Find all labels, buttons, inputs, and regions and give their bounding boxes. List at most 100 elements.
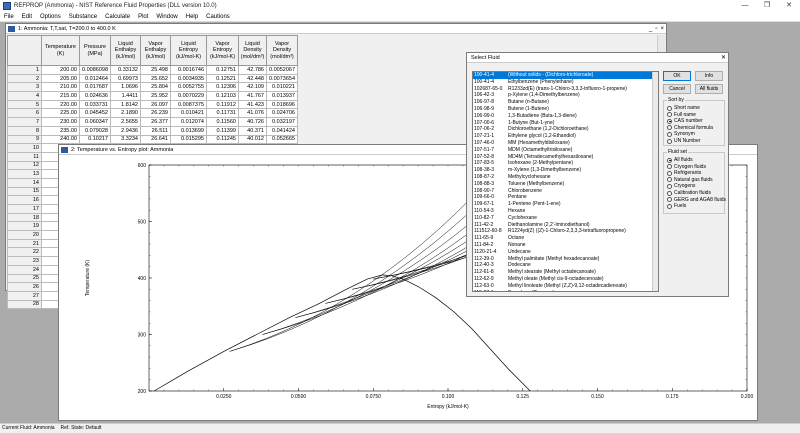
table-cell[interactable]: 240.00 bbox=[41, 134, 80, 145]
table-cell[interactable]: 2.9436 bbox=[110, 125, 141, 136]
table-cell[interactable]: 42.448 bbox=[238, 73, 267, 84]
table-cell[interactable]: 40.012 bbox=[238, 134, 267, 145]
menu-item-substance[interactable]: Substance bbox=[65, 14, 101, 20]
menu-item-edit[interactable]: Edit bbox=[18, 14, 36, 20]
column-header[interactable]: Temperature (K) bbox=[41, 35, 80, 66]
row-number[interactable]: 28 bbox=[7, 299, 42, 310]
table-cell[interactable]: 200.00 bbox=[41, 65, 80, 75]
table-cell[interactable]: 0.69973 bbox=[110, 73, 141, 84]
fluid-list-item[interactable]: 111512-60-8 R1224yd(Z) ((Z)-1-Chloro-2,3,… bbox=[473, 228, 658, 235]
table-cell[interactable]: 1.8142 bbox=[110, 99, 141, 110]
fluid-list-item[interactable]: 107-06-2 Dichloroethane (1,2-Dichloroetha… bbox=[473, 126, 658, 133]
row-number[interactable]: 2 bbox=[7, 73, 42, 84]
set-options-radio[interactable]: Calibration fluids bbox=[667, 190, 711, 196]
fluid-list-scrollbar[interactable] bbox=[652, 72, 658, 291]
table-cell[interactable]: 0.079028 bbox=[79, 125, 111, 136]
table-cell[interactable]: 0.0052755 bbox=[170, 82, 207, 93]
fluid-list-item[interactable]: 107-46-0 MM (Hexamethyldisiloxane) bbox=[473, 140, 658, 147]
row-number[interactable]: 18 bbox=[7, 212, 42, 223]
table-cell[interactable]: 0.041424 bbox=[266, 125, 298, 136]
set-options-radio[interactable]: Fuels bbox=[667, 203, 686, 209]
table-cell[interactable]: 0.060347 bbox=[79, 117, 111, 127]
table-cell[interactable]: 0.12521 bbox=[206, 73, 239, 84]
menu-item-file[interactable]: File bbox=[0, 14, 18, 20]
fluid-list[interactable]: 100-41-4 (Without solids - (Dichloro-tric… bbox=[472, 71, 659, 292]
table-cell[interactable]: 220.00 bbox=[41, 99, 80, 110]
row-number[interactable]: 15 bbox=[7, 186, 42, 197]
table-cell[interactable]: 0.010421 bbox=[170, 108, 207, 119]
min-icon[interactable]: _ bbox=[649, 24, 652, 33]
row-number[interactable]: 6 bbox=[7, 108, 42, 119]
fluid-list-item[interactable]: 102687-65-0 R1233zd(E) (trans-1-Chloro-3,… bbox=[473, 86, 658, 93]
table-cell[interactable]: 0.0052067 bbox=[266, 65, 298, 75]
all-fluids-button[interactable]: All fluids bbox=[695, 84, 723, 94]
fluid-list-item[interactable]: 107-51-7 MDM (Octamethyltrisiloxane) bbox=[473, 147, 658, 154]
close-icon[interactable]: × bbox=[660, 24, 664, 33]
table-cell[interactable]: 25.804 bbox=[140, 82, 171, 93]
fluid-list-item[interactable]: 109-67-1 1-Pentene (Pent-1-ene) bbox=[473, 201, 658, 208]
table-cell[interactable]: 0.033731 bbox=[79, 99, 111, 110]
maximize-button[interactable]: ❐ bbox=[756, 0, 778, 12]
table-cell[interactable]: 0.013699 bbox=[170, 125, 207, 136]
cancel-button[interactable]: Cancel bbox=[663, 84, 691, 94]
table-cell[interactable]: 0.11560 bbox=[206, 117, 239, 127]
set-options-radio[interactable]: Refrigerants bbox=[667, 170, 701, 176]
table-cell[interactable]: 0.045452 bbox=[79, 108, 111, 119]
row-number[interactable]: 13 bbox=[7, 169, 42, 179]
ok-button[interactable]: OK bbox=[663, 71, 691, 81]
close-button[interactable]: ✕ bbox=[778, 0, 800, 12]
table-cell[interactable]: 41.076 bbox=[238, 108, 267, 119]
row-number[interactable]: 14 bbox=[7, 177, 42, 188]
table-cell[interactable]: 40.371 bbox=[238, 125, 267, 136]
table-cell[interactable]: 0.024636 bbox=[79, 91, 111, 101]
table-cell[interactable]: 41.423 bbox=[238, 99, 267, 110]
table-cell[interactable]: 0.017687 bbox=[79, 82, 111, 93]
table-cell[interactable]: 0.0086098 bbox=[79, 65, 111, 75]
fluid-list-item[interactable]: 112-39-0 Methyl palmitate (Methyl hexadec… bbox=[473, 256, 658, 263]
row-number[interactable]: 9 bbox=[7, 134, 42, 145]
table-cell[interactable]: 0.010221 bbox=[266, 82, 298, 93]
column-header[interactable]: Vapor Density (mol/dm³) bbox=[266, 35, 298, 66]
sort-options-radio[interactable]: CAS number bbox=[667, 118, 703, 124]
table-cell[interactable]: 0.012074 bbox=[170, 117, 207, 127]
fluid-list-item[interactable]: 107-52-8 MD4M (Tetradecamethylhexasiloxan… bbox=[473, 154, 658, 161]
sort-options-radio[interactable]: Chemical formula bbox=[667, 125, 713, 131]
table-cell[interactable]: 2.1890 bbox=[110, 108, 141, 119]
info-button[interactable]: Info bbox=[695, 71, 723, 81]
table-cell[interactable]: 225.00 bbox=[41, 108, 80, 119]
sort-options-radio[interactable]: Full name bbox=[667, 112, 696, 118]
table-cell[interactable]: 0.11245 bbox=[206, 134, 239, 145]
table-cell[interactable]: 0.024706 bbox=[266, 108, 298, 119]
table-cell[interactable]: 26.511 bbox=[140, 125, 171, 136]
table-cell[interactable]: 26.239 bbox=[140, 108, 171, 119]
fluid-list-item[interactable]: 108-88-3 Toluene (Methylbenzene) bbox=[473, 181, 658, 188]
fluid-list-item[interactable]: 106-42-3 p-Xylene (1,4-Dimethylbenzene) bbox=[473, 92, 658, 99]
table-cell[interactable]: 25.952 bbox=[140, 91, 171, 101]
fluid-list-item[interactable]: 111-84-2 Nonane bbox=[473, 242, 658, 249]
table-cell[interactable]: 0.0073654 bbox=[266, 73, 298, 84]
row-number[interactable]: 27 bbox=[7, 290, 42, 301]
row-number[interactable]: 23 bbox=[7, 256, 42, 266]
row-number[interactable]: 7 bbox=[7, 117, 42, 127]
column-header[interactable]: Liquid Entropy (kJ/mol-K) bbox=[170, 35, 207, 66]
table-cell[interactable]: 2.5655 bbox=[110, 117, 141, 127]
table-cell[interactable]: 205.00 bbox=[41, 73, 80, 84]
fluid-list-item[interactable]: 108-90-7 Chlorobenzene bbox=[473, 188, 658, 195]
fluid-list-item[interactable]: 100-41-4 (Without solids - (Dichloro-tric… bbox=[473, 72, 658, 79]
row-number[interactable]: 12 bbox=[7, 160, 42, 171]
menu-item-cautions[interactable]: Cautions bbox=[202, 14, 234, 20]
fluid-list-item[interactable]: 106-99-0 1,3-Butadiene (Buta-1,3-diene) bbox=[473, 113, 658, 120]
fluid-list-item[interactable]: 110-54-3 Hexane bbox=[473, 208, 658, 215]
table-cell[interactable]: 0.032197 bbox=[266, 117, 298, 127]
fluid-list-item[interactable]: 110-82-7 Cyclohexane bbox=[473, 215, 658, 222]
table-cell[interactable]: 26.097 bbox=[140, 99, 171, 110]
fluid-list-item[interactable]: 106-98-9 Butene (1-Butene) bbox=[473, 106, 658, 113]
fluid-list-item[interactable]: 111-65-9 Octane bbox=[473, 235, 658, 242]
set-options-radio[interactable]: GERG and AGA8 fluids bbox=[667, 197, 726, 203]
table-cell[interactable]: 0.11731 bbox=[206, 108, 239, 119]
fluid-list-item[interactable]: 112-63-0 Methyl linoleate (Methyl (Z,Z)-9… bbox=[473, 283, 658, 290]
row-number[interactable]: 19 bbox=[7, 221, 42, 232]
row-number[interactable]: 4 bbox=[7, 91, 42, 101]
table-cell[interactable]: 0.013937 bbox=[266, 91, 298, 101]
table-cell[interactable]: 0.0034935 bbox=[170, 73, 207, 84]
